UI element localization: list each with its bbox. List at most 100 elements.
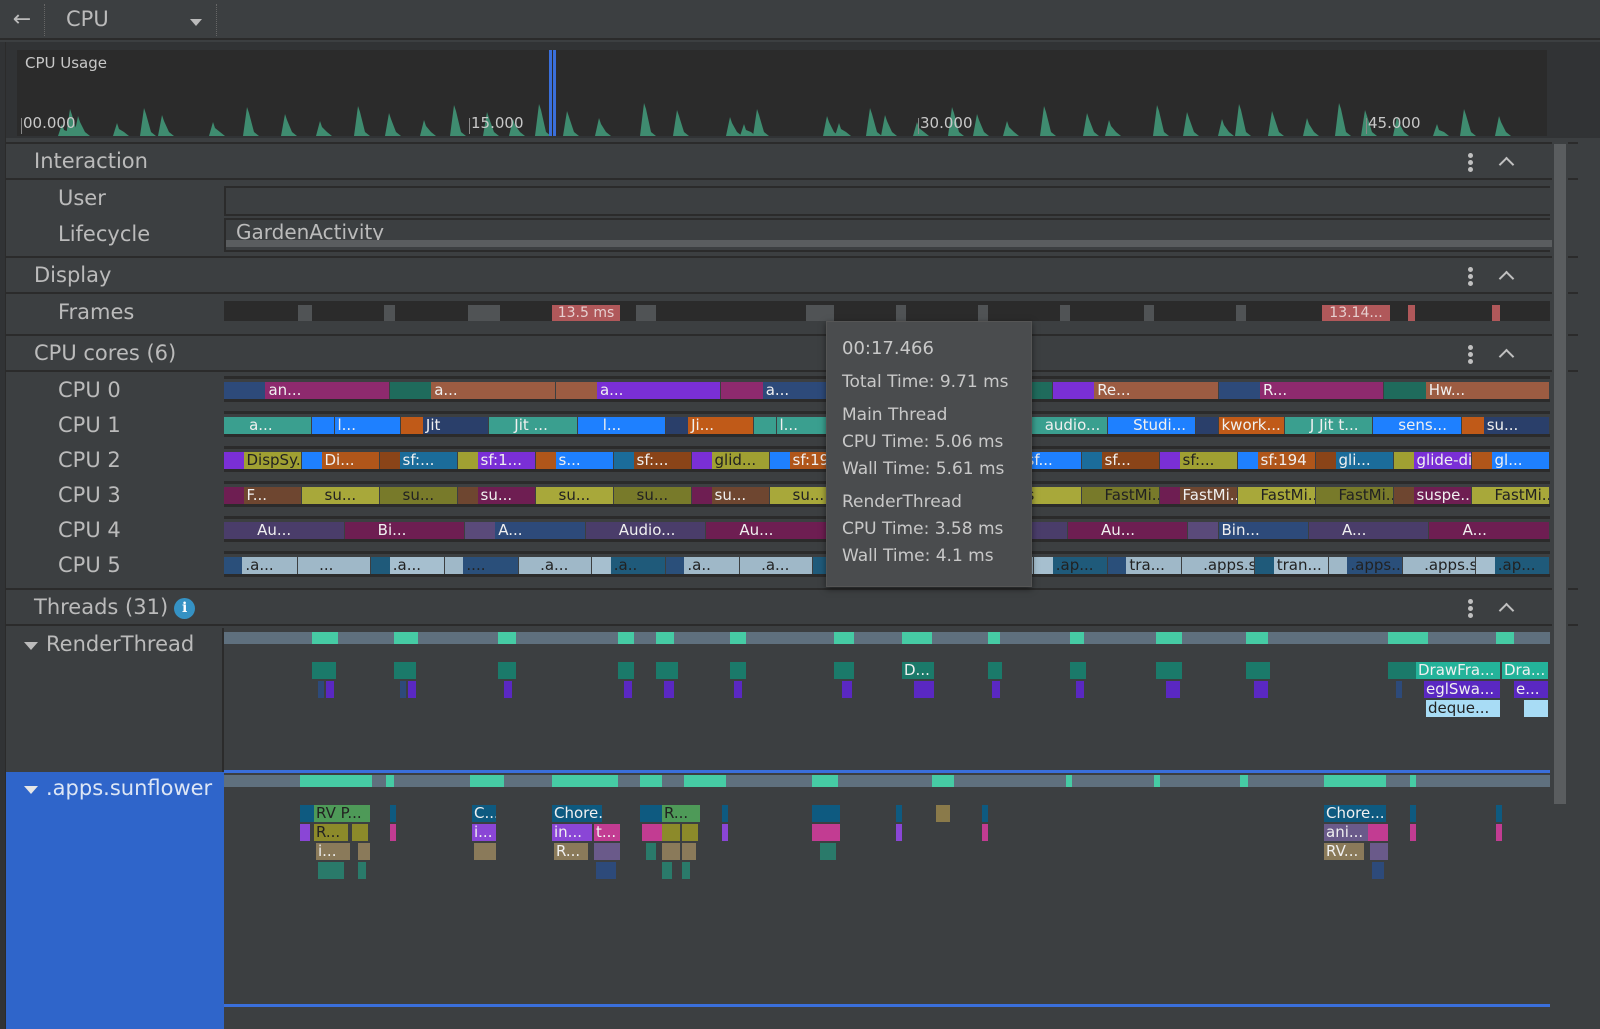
cpu-slice[interactable]	[1255, 557, 1274, 574]
cpu-slice[interactable]	[666, 557, 685, 574]
cpu-slice[interactable]: Audio...	[615, 522, 706, 539]
trace-event[interactable]: R...	[554, 843, 588, 860]
cpu-slice[interactable]: A...	[1339, 522, 1429, 539]
trace-event[interactable]: t...	[594, 824, 620, 841]
trace-event-block[interactable]	[318, 862, 344, 879]
lifecycle-event-bar[interactable]	[226, 240, 1552, 247]
cpu-slice[interactable]: FastMi...	[1257, 487, 1315, 504]
cpu-slice[interactable]	[371, 557, 390, 574]
cpu-slice[interactable]	[1082, 452, 1102, 469]
trace-event-block[interactable]	[1070, 662, 1086, 679]
trace-event[interactable]: deque...	[1426, 700, 1500, 717]
section-threads-header[interactable]: Threads (31) i	[6, 588, 1578, 626]
cpu-slice[interactable]	[592, 557, 611, 574]
cpu-slice[interactable]	[1238, 487, 1258, 504]
trace-event[interactable]: i...	[316, 843, 350, 860]
cpu-slice[interactable]	[614, 487, 634, 504]
cpu-usage-overview[interactable]: CPU Usage 00.000 15.000 30.000 45.000	[0, 42, 1600, 138]
cpu-slice[interactable]: glide-dis...	[1413, 452, 1471, 469]
trace-event-block[interactable]	[896, 824, 902, 841]
running-state-segment[interactable]	[640, 775, 662, 787]
running-state-segment[interactable]	[684, 775, 726, 787]
cpu-slice[interactable]	[721, 382, 763, 399]
jank-frame[interactable]: 13.5 ms	[552, 305, 620, 321]
cpu-slice[interactable]: .ap...	[1052, 557, 1107, 574]
cpu-slice[interactable]: .apps....	[1347, 557, 1402, 574]
chevron-up-icon[interactable]	[1496, 596, 1518, 618]
trace-event-block[interactable]	[662, 843, 680, 860]
running-state-segment[interactable]	[1324, 775, 1386, 787]
cpu-slice[interactable]: .apps.su..	[1200, 557, 1255, 574]
frame[interactable]	[1060, 305, 1070, 321]
trace-event[interactable]: R...	[314, 824, 348, 841]
trace-event-block[interactable]	[936, 805, 950, 822]
cpu-slice[interactable]	[1316, 452, 1336, 469]
running-state-segment[interactable]	[1496, 632, 1514, 644]
back-button[interactable]: ←	[8, 6, 36, 34]
trace-event-block[interactable]	[596, 862, 616, 879]
renderthread-state-bar[interactable]	[224, 632, 1550, 644]
cpu-slice[interactable]	[1218, 382, 1260, 399]
trace-event-block[interactable]	[988, 662, 1002, 679]
cpu-slice[interactable]	[770, 452, 790, 469]
cpu-slice[interactable]	[1160, 452, 1180, 469]
cpu-slice[interactable]: ...	[316, 557, 371, 574]
trace-event-block[interactable]	[662, 862, 672, 879]
trace-event-block[interactable]	[646, 843, 656, 860]
thread-renderthread[interactable]: RenderThread	[6, 628, 224, 772]
running-state-segment[interactable]	[1240, 775, 1248, 787]
cpu-slice[interactable]: Au...	[254, 522, 344, 539]
cpu-slice[interactable]	[706, 522, 737, 539]
chevron-up-icon[interactable]	[1496, 342, 1518, 364]
cpu-slice[interactable]: Bi...	[374, 522, 465, 539]
trace-event[interactable]: C...	[472, 805, 496, 822]
section-cpu-cores-header[interactable]: CPU cores (6)	[6, 334, 1578, 372]
running-state-segment[interactable]	[812, 775, 838, 787]
cpu-slice[interactable]: FastMi...	[1335, 487, 1393, 504]
trace-event-block[interactable]	[312, 662, 336, 679]
trace-event-block[interactable]	[326, 681, 334, 698]
trace-event-block[interactable]	[1410, 824, 1416, 841]
trace-event-block[interactable]	[812, 805, 840, 822]
trace-event-block[interactable]	[1156, 662, 1182, 679]
cpu-slice[interactable]	[692, 487, 712, 504]
cpu-slice[interactable]: FastMi...	[1179, 487, 1237, 504]
trace-event-block[interactable]	[982, 824, 988, 841]
trace-event[interactable]: RV P...	[314, 805, 370, 822]
cpu-slice[interactable]: Jit ...	[511, 417, 577, 434]
cpu-slice[interactable]	[1108, 417, 1131, 434]
cpu-slice[interactable]: Di...	[321, 452, 379, 469]
cpu-slice[interactable]	[312, 417, 335, 434]
frame[interactable]	[896, 305, 906, 321]
cpu-slice[interactable]	[380, 452, 400, 469]
trace-event-block[interactable]	[664, 681, 674, 698]
cpu-slice[interactable]: .a...	[389, 557, 444, 574]
frame[interactable]	[298, 305, 312, 321]
cpu-slice[interactable]: .a...	[758, 557, 813, 574]
trace-event-block[interactable]	[982, 805, 988, 822]
cpu-slice[interactable]: audio...	[1041, 417, 1107, 434]
trace-event-block[interactable]	[1496, 805, 1502, 822]
running-state-segment[interactable]	[834, 632, 854, 644]
running-state-segment[interactable]	[1156, 632, 1182, 644]
trace-event-block[interactable]	[1524, 700, 1548, 717]
cpu-slice[interactable]: FastMi...	[1491, 487, 1549, 504]
trace-event-block[interactable]	[834, 662, 854, 679]
cpu-slice[interactable]	[1472, 487, 1492, 504]
kebab-menu-icon[interactable]	[1462, 598, 1478, 620]
trace-event-block[interactable]	[1370, 843, 1388, 860]
trace-event[interactable]: Chore...	[1324, 805, 1386, 822]
cpu-slice[interactable]	[224, 487, 244, 504]
trace-event-block[interactable]	[1372, 862, 1384, 879]
frame[interactable]	[978, 305, 988, 321]
cpu-slice[interactable]	[224, 452, 244, 469]
cpu-slice[interactable]	[585, 522, 616, 539]
cpu-slice[interactable]	[224, 382, 266, 399]
running-state-segment[interactable]	[1154, 775, 1160, 787]
trace-event[interactable]: Dra...	[1502, 662, 1548, 679]
cpu-slice[interactable]	[536, 487, 556, 504]
trace-event-block[interactable]	[1396, 681, 1402, 698]
trace-event-block[interactable]	[682, 862, 690, 879]
trace-event-block[interactable]	[1076, 681, 1084, 698]
trace-event-block[interactable]	[992, 681, 1000, 698]
